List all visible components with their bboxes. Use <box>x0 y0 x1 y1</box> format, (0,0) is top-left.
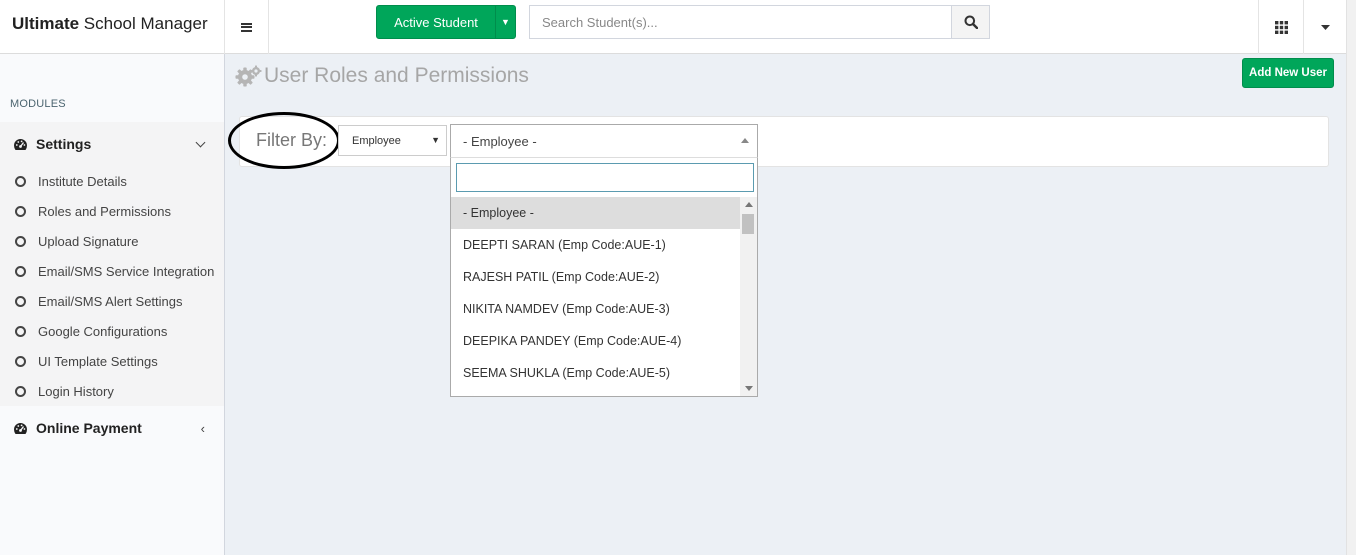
submenu-item-label: Roles and Permissions <box>38 203 171 219</box>
settings-submenu: Institute Details Roles and Permissions … <box>0 166 224 406</box>
brand-bold: Ultimate <box>12 14 80 33</box>
circle-icon <box>15 205 26 217</box>
dashboard-icon <box>14 422 27 434</box>
employee-dropdown: - Employee - DEEPTI SARAN (Emp Code:AUE-… <box>450 157 758 397</box>
page-title: User Roles and Permissions <box>235 64 529 88</box>
dropdown-option[interactable]: DEEPIKA PANDEY (Emp Code:AUE-4) <box>451 325 740 357</box>
page-title-text: User Roles and Permissions <box>264 64 529 87</box>
student-search <box>529 5 990 39</box>
employee-select[interactable]: - Employee - <box>450 124 758 158</box>
add-new-user-button[interactable]: Add New User <box>1242 58 1334 88</box>
active-student-button[interactable]: Active Student ▼ <box>376 5 516 39</box>
circle-icon <box>15 175 26 187</box>
sidebar-toggle-button[interactable] <box>225 0 269 54</box>
submenu-item-ui-template-settings[interactable]: UI Template Settings <box>0 346 224 376</box>
submenu-item-label: UI Template Settings <box>38 353 158 369</box>
sidebar-item-label: Settings <box>36 136 92 152</box>
submenu-item-label: Login History <box>38 383 114 399</box>
circle-icon <box>15 295 26 307</box>
scrollbar-thumb[interactable] <box>742 214 754 234</box>
sidebar-item-online-payment[interactable]: Online Payment ‹ <box>0 406 224 450</box>
submenu-item-label: Google Configurations <box>38 323 168 339</box>
caret-up-icon <box>741 138 749 143</box>
active-student-label: Active Student <box>394 14 478 30</box>
sidebar-item-label: Online Payment <box>36 420 142 436</box>
top-navbar: Ultimate School Manager Active Student ▼ <box>0 0 1356 54</box>
filter-type-select[interactable]: Employee ▼ <box>338 125 447 156</box>
caret-down-icon[interactable]: ▼ <box>495 6 515 38</box>
employee-select-value: - Employee - <box>463 134 537 149</box>
submenu-item-label: Email/SMS Service Integration <box>38 263 215 279</box>
user-menu-toggle[interactable] <box>1304 0 1346 54</box>
chevron-down-icon <box>195 137 206 147</box>
circle-icon <box>15 325 26 337</box>
dashboard-icon <box>14 138 27 150</box>
filter-label: Filter By: <box>256 130 328 150</box>
submenu-item-roles-and-permissions[interactable]: Roles and Permissions <box>0 196 224 226</box>
submenu-item-email-sms-service-integration[interactable]: Email/SMS Service Integration <box>0 256 224 286</box>
filter-type-value: Employee <box>352 134 401 147</box>
grid-icon <box>1274 20 1288 34</box>
scroll-down-icon[interactable] <box>745 386 753 391</box>
caret-down-icon: ▼ <box>431 135 440 145</box>
submenu-item-login-history[interactable]: Login History <box>0 376 224 406</box>
submenu-item-institute-details[interactable]: Institute Details <box>0 166 224 196</box>
circle-icon <box>15 355 26 367</box>
submenu-item-label: Email/SMS Alert Settings <box>38 293 183 309</box>
submenu-item-upload-signature[interactable]: Upload Signature <box>0 226 224 256</box>
dropdown-scrollbar[interactable] <box>740 197 757 396</box>
hamburger-icon <box>241 22 252 32</box>
sidebar-section-label: MODULES <box>10 98 66 110</box>
student-search-input[interactable] <box>529 5 951 39</box>
sidebar: MODULES Settings Institute Details Roles… <box>0 54 225 555</box>
submenu-item-email-sms-alert-settings[interactable]: Email/SMS Alert Settings <box>0 286 224 316</box>
submenu-item-google-configurations[interactable]: Google Configurations <box>0 316 224 346</box>
circle-icon <box>15 265 26 277</box>
search-icon <box>964 15 978 29</box>
brand-rest: School Manager <box>79 14 208 33</box>
dropdown-option[interactable]: SEEMA SHUKLA (Emp Code:AUE-5) <box>451 357 740 389</box>
gears-icon <box>235 65 262 87</box>
dropdown-option[interactable]: DEEPTI SARAN (Emp Code:AUE-1) <box>451 229 740 261</box>
search-button[interactable] <box>951 5 990 39</box>
dropdown-option[interactable]: NIKITA NAMDEV (Emp Code:AUE-3) <box>451 293 740 325</box>
scroll-up-icon[interactable] <box>745 202 753 207</box>
dropdown-search-input[interactable] <box>456 163 754 192</box>
submenu-item-label: Institute Details <box>38 173 127 189</box>
caret-down-icon <box>1320 24 1330 30</box>
submenu-item-label: Upload Signature <box>38 233 139 249</box>
chevron-left-icon: ‹ <box>200 420 205 436</box>
circle-icon <box>15 385 26 397</box>
apps-button[interactable] <box>1258 0 1304 54</box>
dropdown-option[interactable]: RAJESH PATIL (Emp Code:AUE-2) <box>451 261 740 293</box>
dropdown-options: - Employee - DEEPTI SARAN (Emp Code:AUE-… <box>451 197 740 389</box>
page-scrollbar[interactable] <box>1346 0 1356 555</box>
app-brand[interactable]: Ultimate School Manager <box>0 0 225 54</box>
dropdown-option[interactable]: - Employee - <box>451 197 740 229</box>
sidebar-item-settings[interactable]: Settings <box>0 122 224 166</box>
circle-icon <box>15 235 26 247</box>
